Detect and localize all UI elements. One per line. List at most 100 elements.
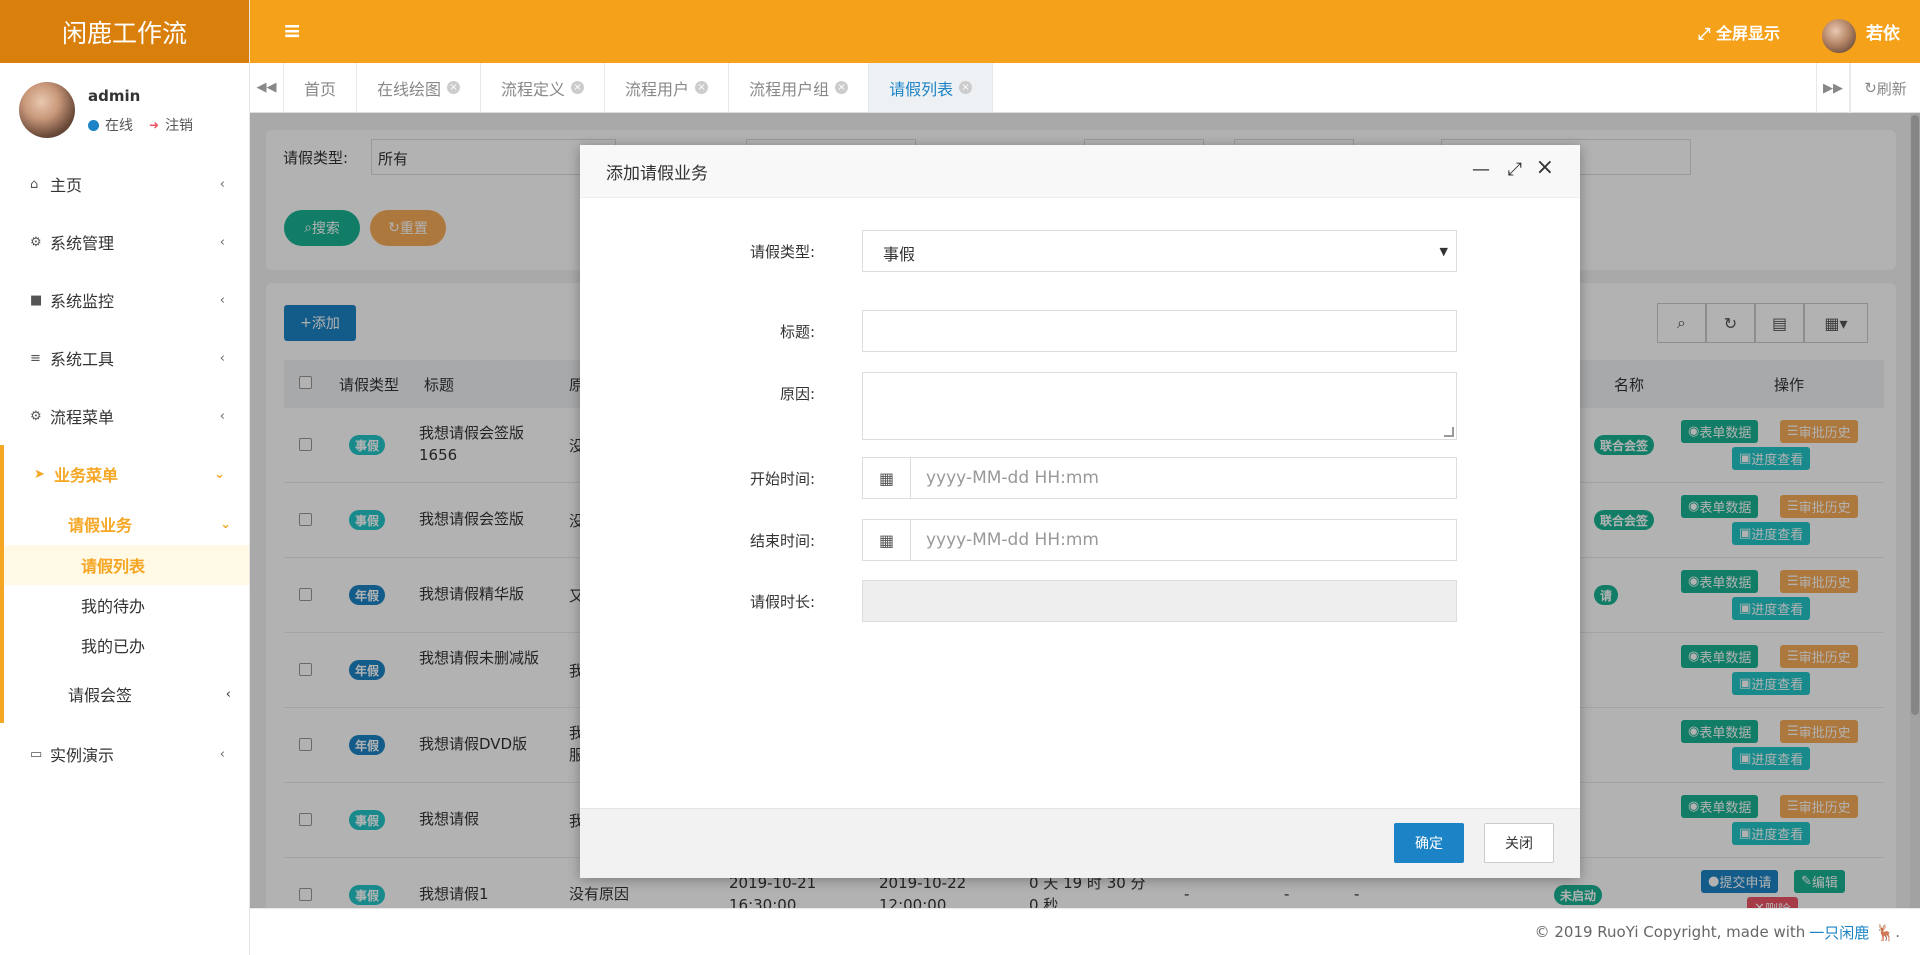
status-text: 在线 — [105, 118, 133, 134]
title-input[interactable] — [862, 310, 1457, 352]
refresh-icon: ↻ — [1864, 79, 1877, 97]
close-icon[interactable]: × — [447, 81, 461, 94]
sidebar-item-label: 系统工具 — [50, 350, 115, 369]
leave-type-value: 事假 — [883, 245, 916, 264]
reason-label: 原因: — [779, 385, 815, 403]
sidebar-item-flow[interactable]: ⚙ 流程菜单 ‹ — [0, 387, 249, 445]
sidebar-item-label: 实例演示 — [50, 746, 115, 765]
sidebar-item-business[interactable]: ➤ 业务菜单 ⌄ — [4, 445, 249, 503]
sidebar-item-home[interactable]: ⌂ 主页 ‹ — [0, 155, 249, 213]
close-icon[interactable]: × — [571, 81, 585, 94]
sidebar-item-system[interactable]: ⚙ 系统管理 ‹ — [0, 213, 249, 271]
sidebar-my-todo[interactable]: 我的待办 — [4, 585, 249, 625]
refresh-label: 刷新 — [1876, 79, 1907, 98]
tab-home[interactable]: 首页 — [284, 63, 358, 112]
tab-label: 流程用户 — [625, 79, 690, 99]
sidebar-item-label: 系统监控 — [50, 292, 115, 311]
top-user-name[interactable]: 若依 — [1866, 19, 1900, 44]
sidebar-item-label: 主页 — [50, 176, 83, 195]
tab-flow-user[interactable]: 流程用户 × — [605, 63, 730, 112]
close-icon[interactable]: × — [695, 81, 709, 94]
chevron-left-icon: ‹ — [219, 234, 225, 250]
tab-flow-group[interactable]: 流程用户组 × — [729, 63, 870, 112]
chevron-left-icon: ‹ — [219, 408, 225, 424]
leave-type-select[interactable]: 事假 ▼ — [862, 230, 1457, 272]
app-logo: 闲鹿工作流 — [0, 0, 249, 63]
tab-bar: ◀◀ 首页 在线绘图 × 流程定义 × 流程用户 × 流程用户组 × 请假列表 × ▶▶ … — [250, 63, 1920, 113]
resize-handle-icon[interactable] — [1444, 427, 1454, 437]
user-status: 在线 ➜ 注销 — [88, 115, 193, 135]
footer-tail: . — [1895, 923, 1900, 941]
tab-leave-list[interactable]: 请假列表 × — [869, 63, 994, 112]
close-button[interactable]: 关闭 — [1484, 823, 1554, 863]
dialog-title: 添加请假业务 — [606, 163, 708, 184]
fullscreen-label: 全屏显示 — [1715, 23, 1780, 43]
gear-icon: ⚙ — [30, 234, 42, 250]
user-panel: admin 在线 ➜ 注销 — [0, 63, 249, 147]
dialog-footer: 确定 关闭 — [580, 808, 1580, 878]
sidebar-sub-label: 请假业务 — [68, 516, 133, 535]
menu-toggle-icon[interactable]: ≡ — [283, 19, 301, 44]
chevron-left-icon: ‹ — [225, 686, 231, 702]
caret-down-icon: ▼ — [1439, 245, 1448, 258]
logout-link[interactable]: 注销 — [165, 115, 193, 135]
tab-scroll-left-icon[interactable]: ◀◀ — [250, 63, 284, 112]
chevron-down-icon: ⌄ — [214, 466, 225, 482]
sidebar-item-monitor[interactable]: ■ 系统监控 ‹ — [0, 271, 249, 329]
chevron-left-icon: ‹ — [219, 292, 225, 308]
minimize-icon[interactable]: — — [1472, 159, 1490, 180]
sidebar-sub-leave[interactable]: 请假业务 ⌄ — [4, 503, 249, 545]
sidebar-leave-list[interactable]: 请假列表 — [4, 545, 249, 585]
tab-label: 在线绘图 — [377, 79, 442, 99]
tab-label: 流程用户组 — [749, 79, 830, 99]
tab-label: 流程定义 — [501, 79, 566, 99]
end-time-label: 结束时间: — [749, 532, 815, 550]
end-time-input[interactable]: ▦ yyyy-MM-dd HH:mm — [862, 519, 1457, 561]
chevron-left-icon: ‹ — [219, 746, 225, 762]
start-time-placeholder: yyyy-MM-dd HH:mm — [926, 468, 1099, 488]
dialog-body: 请假类型: 事假 ▼ 标题: 原因: 开始时间: ▦ yyyy-MM-dd HH… — [580, 198, 1580, 754]
tab-scroll-right-icon[interactable]: ▶▶ — [1816, 63, 1850, 113]
copyright-text: © 2019 RuoYi Copyright, made with — [1534, 923, 1806, 941]
app-root: 闲鹿工作流 admin 在线 ➜ 注销 ⌂ 主页 ‹ ⚙ 系统管理 ‹ ■ 系统监控 … — [0, 0, 1920, 955]
sidebar-sub-sign[interactable]: 请假会签 ‹ — [4, 665, 249, 723]
sidebar-item-demo[interactable]: ▭ 实例演示 ‹ — [0, 723, 249, 785]
sidebar-menu: ⌂ 主页 ‹ ⚙ 系统管理 ‹ ■ 系统监控 ‹ ≡ 系统工具 ‹ ⚙ 流程菜单 ‹ ➤ — [0, 155, 249, 785]
sidebar-my-done[interactable]: 我的已办 — [4, 625, 249, 665]
paper-plane-icon: ➤ — [34, 466, 45, 482]
author-link[interactable]: 一只闲鹿 — [1809, 922, 1869, 943]
sidebar-item-label: 业务菜单 — [54, 466, 119, 485]
home-icon: ⌂ — [30, 176, 39, 192]
top-avatar[interactable] — [1822, 19, 1856, 53]
video-icon: ■ — [30, 292, 43, 308]
maximize-icon[interactable]: ⤢ — [1508, 159, 1522, 180]
refresh-button[interactable]: ↻ 刷新 — [1850, 63, 1920, 113]
chevron-left-icon: ‹ — [219, 350, 225, 366]
fullscreen-button[interactable]: ⤢ 全屏显示 — [1698, 20, 1780, 44]
calendar-icon[interactable]: ▦ — [863, 458, 911, 498]
sidebar-item-label: 系统管理 — [50, 234, 115, 253]
tab-online-draw[interactable]: 在线绘图 × — [357, 63, 482, 112]
avatar[interactable] — [19, 82, 75, 138]
sidebar-item-label: 流程菜单 — [50, 408, 115, 427]
close-icon[interactable]: × — [1536, 155, 1554, 180]
user-name: admin — [88, 87, 141, 105]
end-time-placeholder: yyyy-MM-dd HH:mm — [926, 530, 1099, 550]
start-time-label: 开始时间: — [749, 470, 815, 488]
chevron-left-icon: ‹ — [219, 176, 225, 192]
chevron-down-icon: ⌄ — [220, 516, 231, 532]
tab-flow-def[interactable]: 流程定义 × — [481, 63, 606, 112]
start-time-input[interactable]: ▦ yyyy-MM-dd HH:mm — [862, 457, 1457, 499]
reason-textarea[interactable] — [862, 372, 1457, 440]
close-icon[interactable]: × — [959, 81, 973, 94]
expand-icon: ⤢ — [1697, 23, 1711, 43]
tab-label: 请假列表 — [889, 79, 954, 99]
sign-out-icon[interactable]: ➜ — [149, 118, 159, 132]
duration-input — [862, 580, 1457, 622]
close-icon[interactable]: × — [835, 81, 849, 94]
sidebar-item-tools[interactable]: ≡ 系统工具 ‹ — [0, 329, 249, 387]
confirm-button[interactable]: 确定 — [1394, 823, 1464, 863]
calendar-icon[interactable]: ▦ — [863, 520, 911, 560]
dialog-header: 添加请假业务 — ⤢ × — [580, 145, 1580, 198]
title-label: 标题: — [779, 323, 815, 341]
